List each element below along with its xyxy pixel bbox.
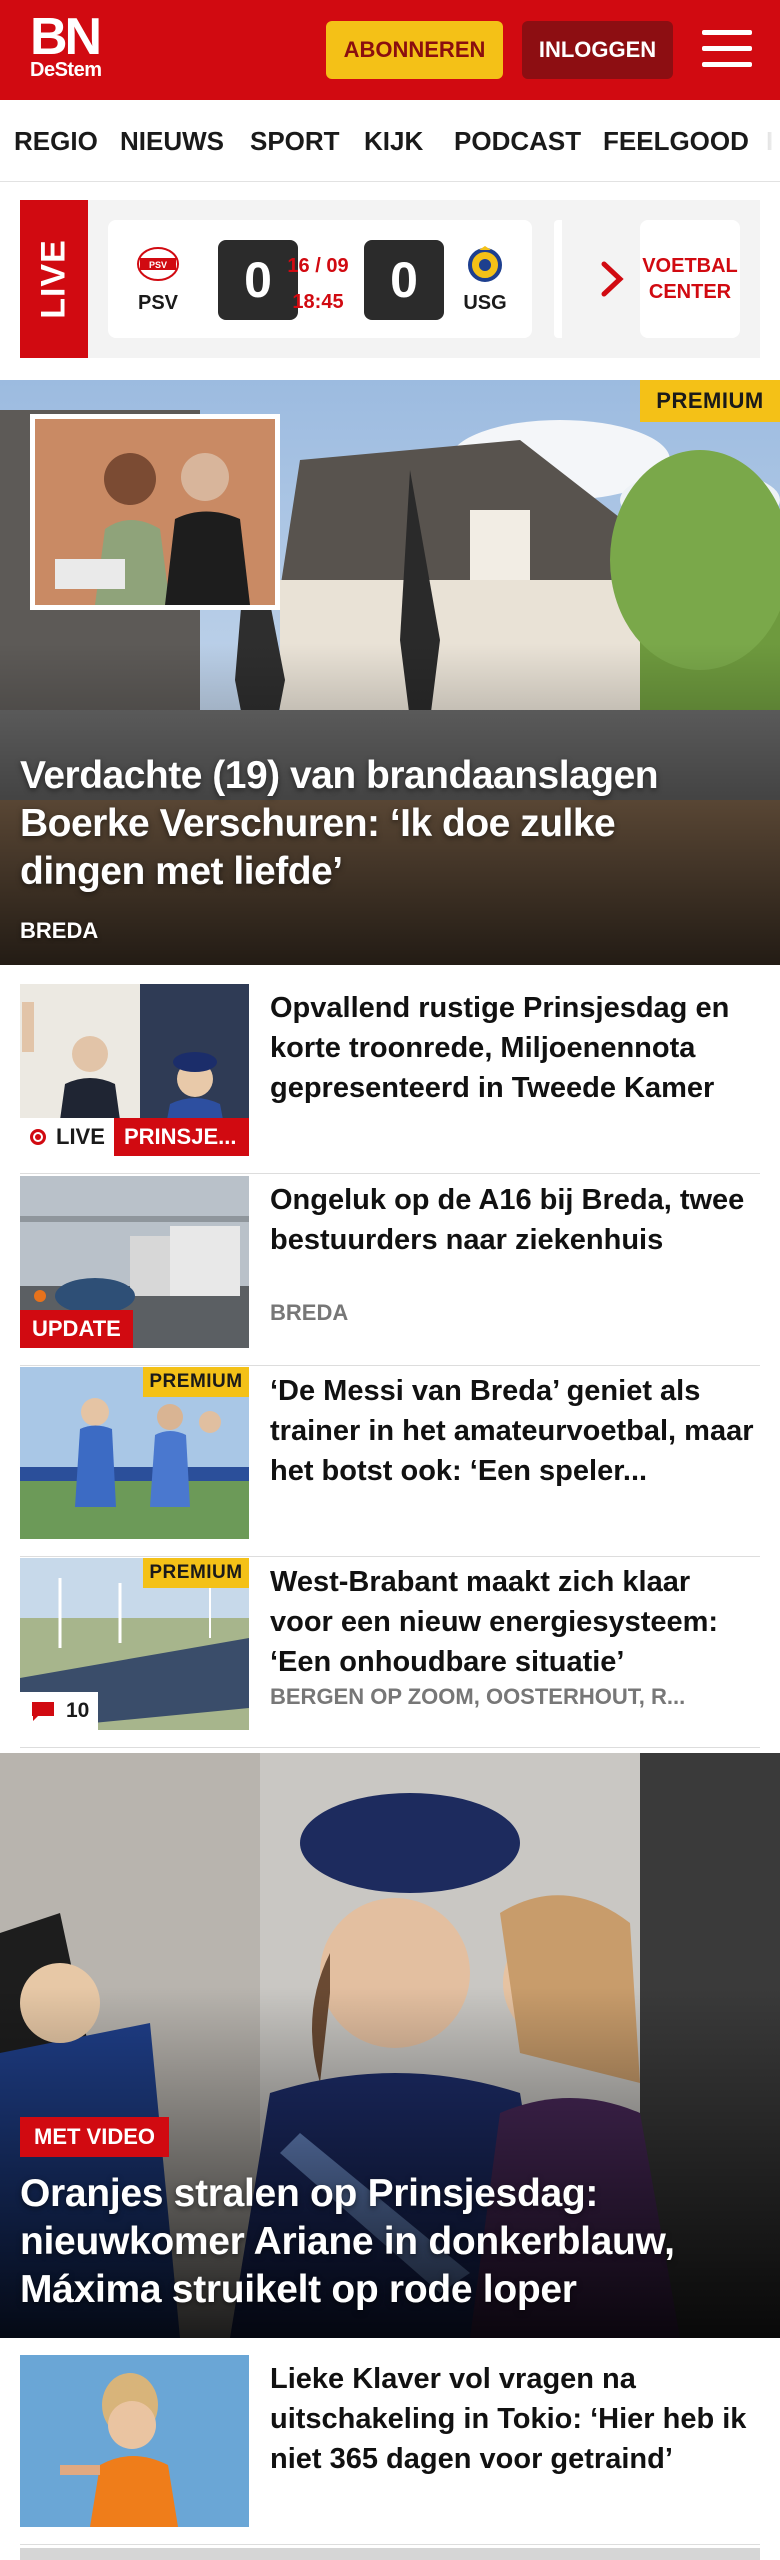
site-logo[interactable]: BN DeStem <box>30 8 102 81</box>
usg-crest-icon <box>468 246 502 282</box>
comment-count[interactable]: 10 <box>20 1692 98 1730</box>
live-label: LIVE <box>20 200 88 358</box>
update-tag: UPDATE <box>20 1310 133 1348</box>
article-item[interactable]: PREMIUM 10 West-Brabant maakt zich klaar… <box>20 1558 760 1748</box>
article-item[interactable]: LIVE PRINSJE... Opvallend rustige Prinsj… <box>20 984 760 1174</box>
next-card-peek[interactable] <box>554 220 562 338</box>
article-title[interactable]: Ongeluk op de A16 bij Breda, twee bestuu… <box>270 1180 760 1260</box>
nav-item-regio[interactable]: REGIO <box>14 126 98 157</box>
away-score: 0 <box>364 240 444 320</box>
premium-badge: PREMIUM <box>640 380 780 422</box>
subscribe-button[interactable]: ABONNEREN <box>326 21 503 79</box>
courtroom-sketch-image <box>30 414 280 610</box>
article-title[interactable]: ‘De Messi van Breda’ geniet als trainer … <box>270 1371 760 1491</box>
video-tag: MET VIDEO <box>20 2117 170 2157</box>
premium-badge: PREMIUM <box>143 1558 249 1588</box>
nav-item-feelgood[interactable]: FEELGOOD <box>603 126 749 157</box>
hero-location: BREDA <box>20 918 99 943</box>
comment-count-value: 10 <box>66 1699 90 1722</box>
nav-fade <box>750 100 780 181</box>
section-nav: REGIO NIEUWS SPORT KIJK PODCAST FEELGOOD… <box>0 100 780 182</box>
nav-item-nieuws[interactable]: NIEUWS <box>120 126 224 157</box>
article-item[interactable]: PREMIUM ‘De Messi van Breda’ geniet als … <box>20 1367 760 1557</box>
logo-sub: DeStem <box>30 59 102 81</box>
article-title[interactable]: Lieke Klaver vol vragen na uitschakeling… <box>270 2359 760 2479</box>
away-club-name: USG <box>463 292 507 314</box>
live-scores: LIVE PSV PSV 0 16 / 09 18:45 0 USG VOETB… <box>20 200 760 358</box>
hero-title[interactable]: Verdachte (19) van brandaanslagen Boerke… <box>20 752 740 896</box>
article-thumbnail: LIVE PRINSJE... <box>20 984 249 1156</box>
home-club-name: PSV <box>137 292 179 314</box>
match-card[interactable]: PSV PSV 0 16 / 09 18:45 0 USG <box>108 220 532 338</box>
login-button[interactable]: INLOGGEN <box>522 21 673 79</box>
football-center-link[interactable]: VOETBAL CENTER <box>640 220 740 338</box>
live-dot-icon <box>30 1129 46 1145</box>
premium-badge: PREMIUM <box>143 1367 249 1397</box>
next-article-peek <box>20 2548 760 2560</box>
home-club: PSV PSV <box>128 246 188 315</box>
match-date: 16 / 09 <box>287 255 349 277</box>
live-indicator: LIVE <box>20 1118 115 1156</box>
nav-item-podcast[interactable]: PODCAST <box>454 126 581 157</box>
article-title[interactable]: Opvallend rustige Prinsjesdag en korte t… <box>270 988 760 1108</box>
article-thumbnail: PREMIUM <box>20 1367 249 1539</box>
nav-item-sport[interactable]: SPORT <box>250 126 340 157</box>
article-thumbnail: UPDATE <box>20 1176 249 1348</box>
nav-item-kijk[interactable]: KIJK <box>364 126 423 157</box>
top-header: BN DeStem ABONNEREN INLOGGEN <box>0 0 780 100</box>
article-location: BERGEN OP ZOOM, OOSTERHOUT, R... <box>270 1684 686 1709</box>
chevron-right-icon[interactable] <box>592 256 632 302</box>
psv-crest-icon: PSV <box>137 247 179 281</box>
topic-tag: PRINSJE... <box>114 1118 249 1156</box>
article-location: BREDA <box>270 1300 349 1325</box>
article-thumbnail <box>20 2355 249 2527</box>
away-club: USG <box>455 246 515 315</box>
article-item[interactable]: UPDATE Ongeluk op de A16 bij Breda, twee… <box>20 1176 760 1366</box>
comment-icon <box>32 1702 54 1721</box>
logo-main: BN <box>30 8 102 66</box>
article-item[interactable]: Lieke Klaver vol vragen na uitschakeling… <box>20 2355 760 2545</box>
svg-text:PSV: PSV <box>149 260 167 270</box>
article-title[interactable]: West-Brabant maakt zich klaar voor een n… <box>270 1562 760 1682</box>
featured-title[interactable]: Oranjes stralen op Prinsjesdag: nieuwkom… <box>20 2170 760 2314</box>
match-datetime: 16 / 09 18:45 <box>286 248 350 320</box>
menu-icon[interactable] <box>702 26 752 72</box>
match-time: 18:45 <box>292 291 344 313</box>
article-thumbnail: PREMIUM 10 <box>20 1558 249 1730</box>
